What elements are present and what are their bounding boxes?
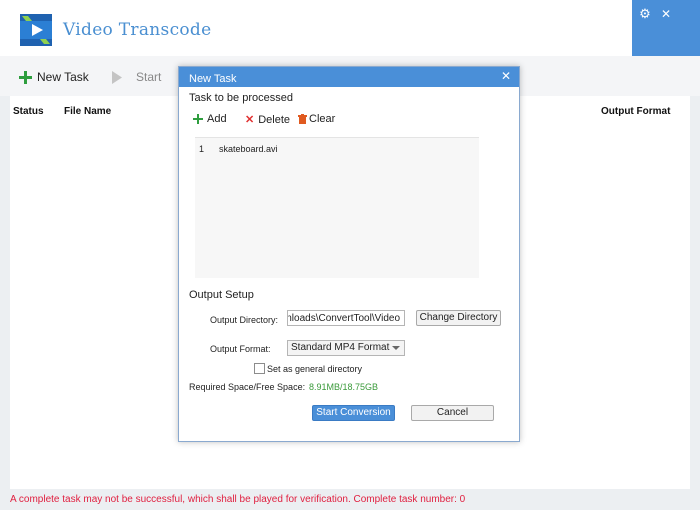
new-task-dialog: New Task ✕ Task to be processed Add ✕ De… — [178, 66, 520, 442]
list-item[interactable]: 1 skateboard.avi — [195, 144, 479, 158]
app-title: Video Transcode — [63, 20, 212, 40]
play-icon — [112, 70, 122, 84]
gear-icon[interactable]: ⚙ — [637, 6, 653, 22]
file-name: skateboard.avi — [219, 144, 278, 154]
clear-button[interactable]: Clear — [298, 113, 335, 125]
window-controls: ⚙ ✕ — [632, 0, 700, 56]
output-directory-label: Output Directory: — [210, 315, 279, 325]
chevron-down-icon — [392, 346, 400, 350]
delete-label: Delete — [258, 113, 291, 126]
cancel-button[interactable]: Cancel — [411, 405, 494, 421]
clear-label: Clear — [309, 113, 336, 125]
start-conversion-button[interactable]: Start Conversion — [312, 405, 395, 421]
app-header: Video Transcode ⚙ ✕ — [0, 0, 700, 56]
space-value: 8.91MB/18.75GB — [309, 382, 379, 392]
delete-button[interactable]: ✕ Delete — [245, 113, 291, 127]
start-label: Start — [136, 70, 162, 84]
plus-icon — [19, 70, 32, 84]
column-output-format: Output Format — [601, 106, 671, 117]
output-format-select[interactable]: Standard MP4 Format — [287, 340, 405, 356]
dialog-title: New Task — [189, 73, 237, 85]
change-directory-button[interactable]: Change Directory — [416, 310, 501, 326]
output-format-label: Output Format: — [210, 344, 271, 354]
new-task-button[interactable]: New Task — [19, 70, 89, 84]
task-file-list: 1 skateboard.avi — [195, 137, 479, 278]
output-format-value: Standard MP4 Format — [291, 342, 390, 353]
column-status: Status — [13, 106, 44, 117]
status-message: A complete task may not be successful, w… — [10, 494, 466, 505]
space-label: Required Space/Free Space: — [189, 382, 306, 392]
add-button[interactable]: Add — [193, 113, 227, 125]
output-directory-input[interactable]: C:\Users\Public\Downloads\ConvertTool\Vi… — [287, 310, 405, 326]
new-task-label: New Task — [37, 70, 89, 84]
file-index: 1 — [199, 144, 205, 154]
start-button[interactable]: Start — [111, 70, 161, 84]
general-directory-checkbox[interactable] — [254, 363, 265, 374]
output-directory-value: C:\Users\Public\Downloads\ConvertTool\Vi… — [288, 313, 400, 324]
add-label: Add — [207, 113, 227, 125]
plus-icon — [193, 114, 203, 124]
column-file-name: File Name — [64, 106, 112, 117]
dialog-titlebar[interactable]: New Task ✕ — [179, 67, 519, 87]
video-play-icon — [20, 14, 52, 46]
x-icon: ✕ — [245, 114, 255, 126]
close-icon[interactable]: ✕ — [499, 69, 513, 83]
close-icon[interactable]: ✕ — [658, 6, 674, 22]
trash-icon — [298, 114, 307, 124]
output-setup-title: Output Setup — [189, 289, 254, 301]
general-directory-label: Set as general directory — [267, 364, 363, 374]
task-section-title: Task to be processed — [189, 92, 293, 104]
